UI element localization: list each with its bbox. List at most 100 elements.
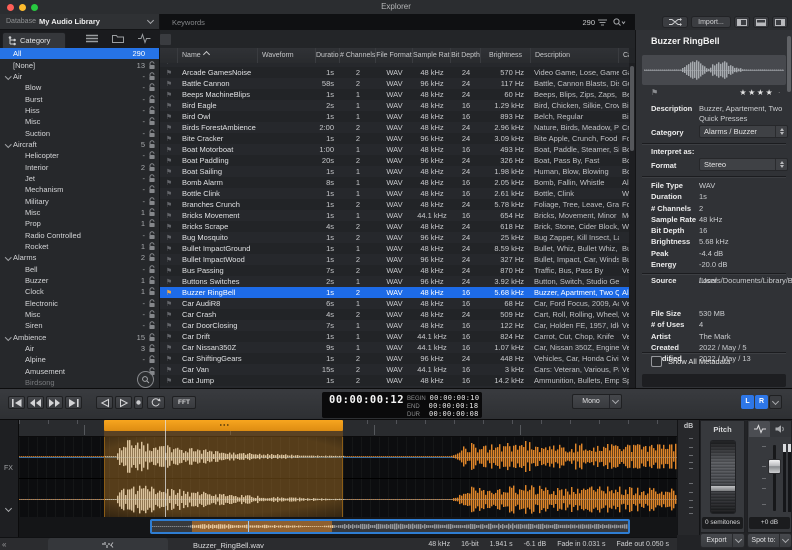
- volume-slider-track[interactable]: [773, 445, 776, 511]
- flag-icon[interactable]: ⚑: [160, 256, 178, 264]
- expand-chevron-icon[interactable]: [16, 106, 25, 115]
- skip-end-button[interactable]: [65, 396, 82, 409]
- expand-chevron-icon[interactable]: [16, 344, 25, 353]
- table-row[interactable]: ⚑ Bite Cracker 1s 2 WAV 96 kHz 24 3.09 k…: [160, 133, 629, 144]
- lock-icon[interactable]: [148, 287, 156, 296]
- flag-icon[interactable]: ⚑: [160, 91, 178, 99]
- flag-icon[interactable]: ⚑: [160, 63, 178, 66]
- table-row[interactable]: ⚑ Bullet ImpactWood 1s 2 WAV 96 kHz 24 3…: [160, 254, 629, 265]
- sidebar-item[interactable]: Air 3: [0, 343, 159, 354]
- table-row[interactable]: ⚑ Bus Passing 7s 2 WAV 48 kHz 24 870 Hz …: [160, 265, 629, 276]
- comment-box[interactable]: [642, 374, 786, 387]
- rewind-button[interactable]: [27, 396, 44, 409]
- table-row[interactable]: ⚑ Car ShiftingGears 1s 2 WAV 96 kHz 24 4…: [160, 353, 629, 364]
- layout-left-panel-button[interactable]: [734, 16, 750, 28]
- sidebar-item[interactable]: Rocket 1: [0, 241, 159, 252]
- table-row[interactable]: ⚑ Car Nissan350Z 9s 1 WAV 44.1 kHz 16 1.…: [160, 342, 629, 353]
- loop-button[interactable]: [147, 396, 165, 409]
- flag-icon[interactable]: ⚑: [160, 223, 178, 231]
- close-window-button[interactable]: [7, 4, 14, 11]
- layout-right-panel-button[interactable]: [772, 16, 788, 28]
- search-field[interactable]: Keywords 290: [160, 14, 635, 31]
- lock-icon[interactable]: [148, 129, 156, 138]
- overview-viewport[interactable]: [150, 519, 630, 534]
- lock-icon[interactable]: [148, 163, 156, 172]
- maximize-window-button[interactable]: [31, 4, 38, 11]
- flag-icon[interactable]: ⚑: [160, 300, 178, 308]
- flag-icon[interactable]: ⚑: [160, 234, 178, 242]
- sidebar-item[interactable]: Alpine -: [0, 354, 159, 365]
- sidebar-item[interactable]: Misc -: [0, 116, 159, 127]
- expand-chevron-icon[interactable]: [16, 151, 25, 160]
- lock-icon[interactable]: [148, 197, 156, 206]
- rating-stars[interactable]: ★★★★ ·: [739, 88, 782, 97]
- waveform-preview[interactable]: [642, 55, 786, 85]
- flag-icon[interactable]: ⚑: [160, 289, 178, 297]
- sidebar-item[interactable]: Mechanism -: [0, 184, 159, 195]
- table-row[interactable]: ⚑ Buttons Switches 2s 1 WAV 96 kHz 24 3.…: [160, 276, 629, 287]
- expand-chevron-icon[interactable]: [16, 287, 25, 296]
- expand-chevron-icon[interactable]: [16, 95, 25, 104]
- minimize-window-button[interactable]: [19, 4, 26, 11]
- flag-icon[interactable]: ⚑: [160, 366, 178, 374]
- fx-button[interactable]: FX: [4, 465, 13, 472]
- detail-scrollbar-thumb[interactable]: [787, 36, 791, 92]
- table-row[interactable]: ⚑ Car AudiR8 6s 1 WAV 48 kHz 16 68 Hz Ca…: [160, 298, 629, 309]
- table-row[interactable]: ⚑ Car Van 15s 2 WAV 44.1 kHz 16 3 kHz Ca…: [160, 364, 629, 375]
- sidebar-item[interactable]: Aircraft 5: [0, 139, 159, 150]
- table-row[interactable]: ⚑ Boat Paddling 20s 2 WAV 96 kHz 24 326 …: [160, 155, 629, 166]
- flag-icon[interactable]: ⚑: [160, 344, 178, 352]
- column-category[interactable]: Ca: [619, 48, 629, 63]
- column-flag[interactable]: [160, 48, 178, 63]
- column-brightness[interactable]: Brightness: [481, 48, 531, 63]
- table-row[interactable]: ⚑ Buzzer RingBell 1s 2 WAV 48 kHz 16 5.6…: [160, 287, 629, 298]
- channel-options-button[interactable]: [769, 395, 782, 409]
- pitch-wheel[interactable]: [710, 440, 736, 514]
- flag-icon[interactable]: ⚑: [160, 267, 178, 275]
- expand-chevron-icon[interactable]: [16, 117, 25, 126]
- flag-icon[interactable]: ⚑: [160, 377, 178, 385]
- expand-chevron-icon[interactable]: [16, 197, 25, 206]
- filter-icon[interactable]: [598, 19, 607, 26]
- sidebar-item[interactable]: Helicopter -: [0, 150, 159, 161]
- lock-icon[interactable]: [148, 95, 156, 104]
- lock-icon[interactable]: [148, 265, 156, 274]
- table-row[interactable]: ⚑ Cat Jump 1s 2 WAV 48 kHz 16 14.2 kHz A…: [160, 375, 629, 386]
- expand-chevron-icon[interactable]: [4, 61, 13, 70]
- sidebar-item[interactable]: Interior 2: [0, 161, 159, 172]
- expand-chevron-icon[interactable]: [4, 333, 13, 342]
- collapse-icon[interactable]: «: [2, 540, 6, 549]
- table-row[interactable]: ⚑ Bomb Alarm 8s 1 WAV 48 kHz 16 2.05 kHz…: [160, 177, 629, 188]
- expand-chevron-icon[interactable]: [16, 83, 25, 92]
- sidebar-item[interactable]: Blow -: [0, 82, 159, 93]
- table-row[interactable]: ⚑ Bug Mosquito 1s 2 WAV 96 kHz 24 25 kHz…: [160, 232, 629, 243]
- play-reverse-button[interactable]: [96, 396, 113, 409]
- sidebar-item[interactable]: All 290: [0, 48, 159, 59]
- column-format[interactable]: File Format: [376, 48, 413, 63]
- flag-icon[interactable]: ⚑: [160, 146, 178, 154]
- fft-button[interactable]: FFT: [172, 396, 196, 409]
- tab-waveform-icon[interactable]: [138, 34, 151, 43]
- channel-mode-select[interactable]: Mono: [572, 394, 622, 409]
- play-button[interactable]: [115, 396, 132, 409]
- lock-icon[interactable]: [148, 208, 156, 217]
- flag-icon[interactable]: ⚑: [160, 201, 178, 209]
- sidebar-search-button[interactable]: [137, 371, 154, 388]
- search-icon[interactable]: [613, 18, 625, 27]
- flag-icon[interactable]: ⚑: [160, 80, 178, 88]
- tab-category[interactable]: Category: [2, 32, 66, 48]
- flag-icon[interactable]: ⚑: [160, 355, 178, 363]
- table-row[interactable]: ⚑ Bricks Scrape 4s 2 WAV 48 kHz 24 618 H…: [160, 221, 629, 232]
- sidebar-item[interactable]: [None] 13: [0, 59, 159, 70]
- lock-icon[interactable]: [148, 117, 156, 126]
- flag-icon[interactable]: ⚑: [160, 102, 178, 110]
- scrollbar-thumb[interactable]: [630, 66, 634, 151]
- table-row[interactable]: ⚑ Bird Owl 1s 1 WAV 48 kHz 16 893 Hz Bel…: [160, 111, 629, 122]
- flag-icon[interactable]: ⚑: [160, 311, 178, 319]
- sidebar-item[interactable]: Military -: [0, 195, 159, 206]
- flag-icon[interactable]: ⚑: [160, 190, 178, 198]
- fast-forward-button[interactable]: [46, 396, 63, 409]
- lock-icon[interactable]: [148, 253, 156, 262]
- column-bitdepth[interactable]: Bit Depth: [451, 48, 481, 63]
- column-waveform[interactable]: Waveform: [258, 48, 316, 63]
